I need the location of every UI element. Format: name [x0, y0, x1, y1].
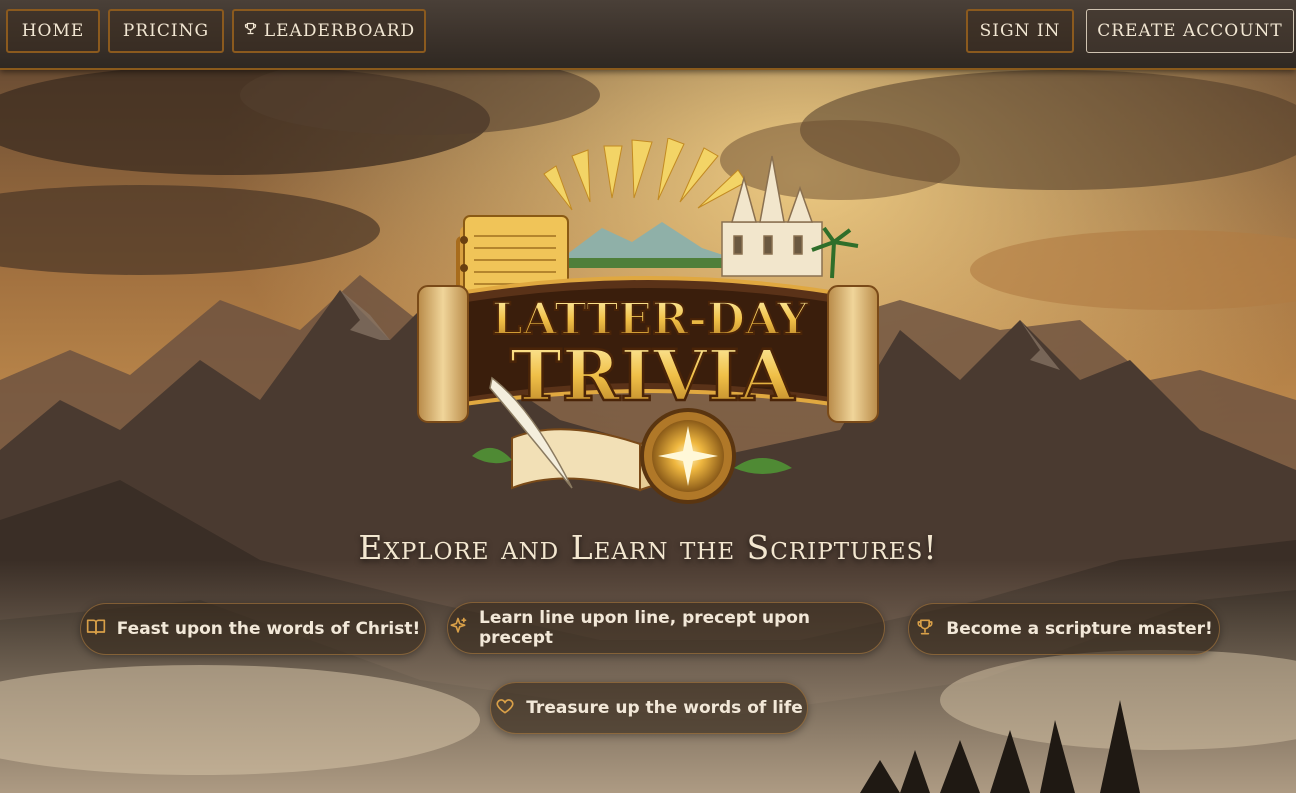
feature-text: Become a scripture master! — [946, 619, 1213, 639]
feature-pill-feast: Feast upon the words of Christ! — [80, 603, 426, 655]
sun-rays — [543, 138, 747, 211]
feature-text: Feast upon the words of Christ! — [116, 619, 421, 639]
feature-text: Treasure up the words of life — [526, 698, 803, 718]
book-open-icon — [86, 617, 106, 642]
compass-icon — [640, 408, 736, 504]
feature-pill-scripture-master: Become a scripture master! — [908, 603, 1220, 655]
nav-leaderboard-button[interactable]: LEADERBOARD — [232, 9, 426, 53]
sign-in-button[interactable]: SIGN IN — [966, 9, 1074, 53]
nav-home-button[interactable]: HOME — [6, 9, 100, 53]
top-nav-bar: HOME PRICING LEADERBOARD SIGN IN CREATE … — [0, 0, 1296, 70]
feature-pill-line-upon-line: Learn line upon line, precept upon prece… — [447, 602, 885, 654]
nav-pricing-button[interactable]: PRICING — [108, 9, 224, 53]
sign-in-label: SIGN IN — [979, 21, 1061, 41]
create-account-button[interactable]: CREATE ACCOUNT — [1086, 9, 1294, 53]
trophy-icon — [915, 617, 935, 642]
trophy-icon — [243, 21, 258, 41]
create-account-label: CREATE ACCOUNT — [1097, 21, 1283, 41]
nav-leaderboard-label: LEADERBOARD — [263, 21, 416, 41]
latter-day-trivia-logo: LATTER-DAY TRIVIA — [417, 138, 879, 504]
nav-home-label: HOME — [21, 21, 85, 41]
nav-pricing-label: PRICING — [122, 21, 210, 41]
feature-text: Learn line upon line, precept upon prece… — [479, 608, 811, 648]
sparkle-icon — [448, 616, 468, 641]
hero-tagline: Explore and Learn the Scriptures! — [358, 528, 938, 567]
logo-title-line2: TRIVIA — [510, 334, 796, 417]
heart-icon — [495, 696, 515, 721]
feature-pill-treasure: Treasure up the words of life — [490, 682, 808, 734]
